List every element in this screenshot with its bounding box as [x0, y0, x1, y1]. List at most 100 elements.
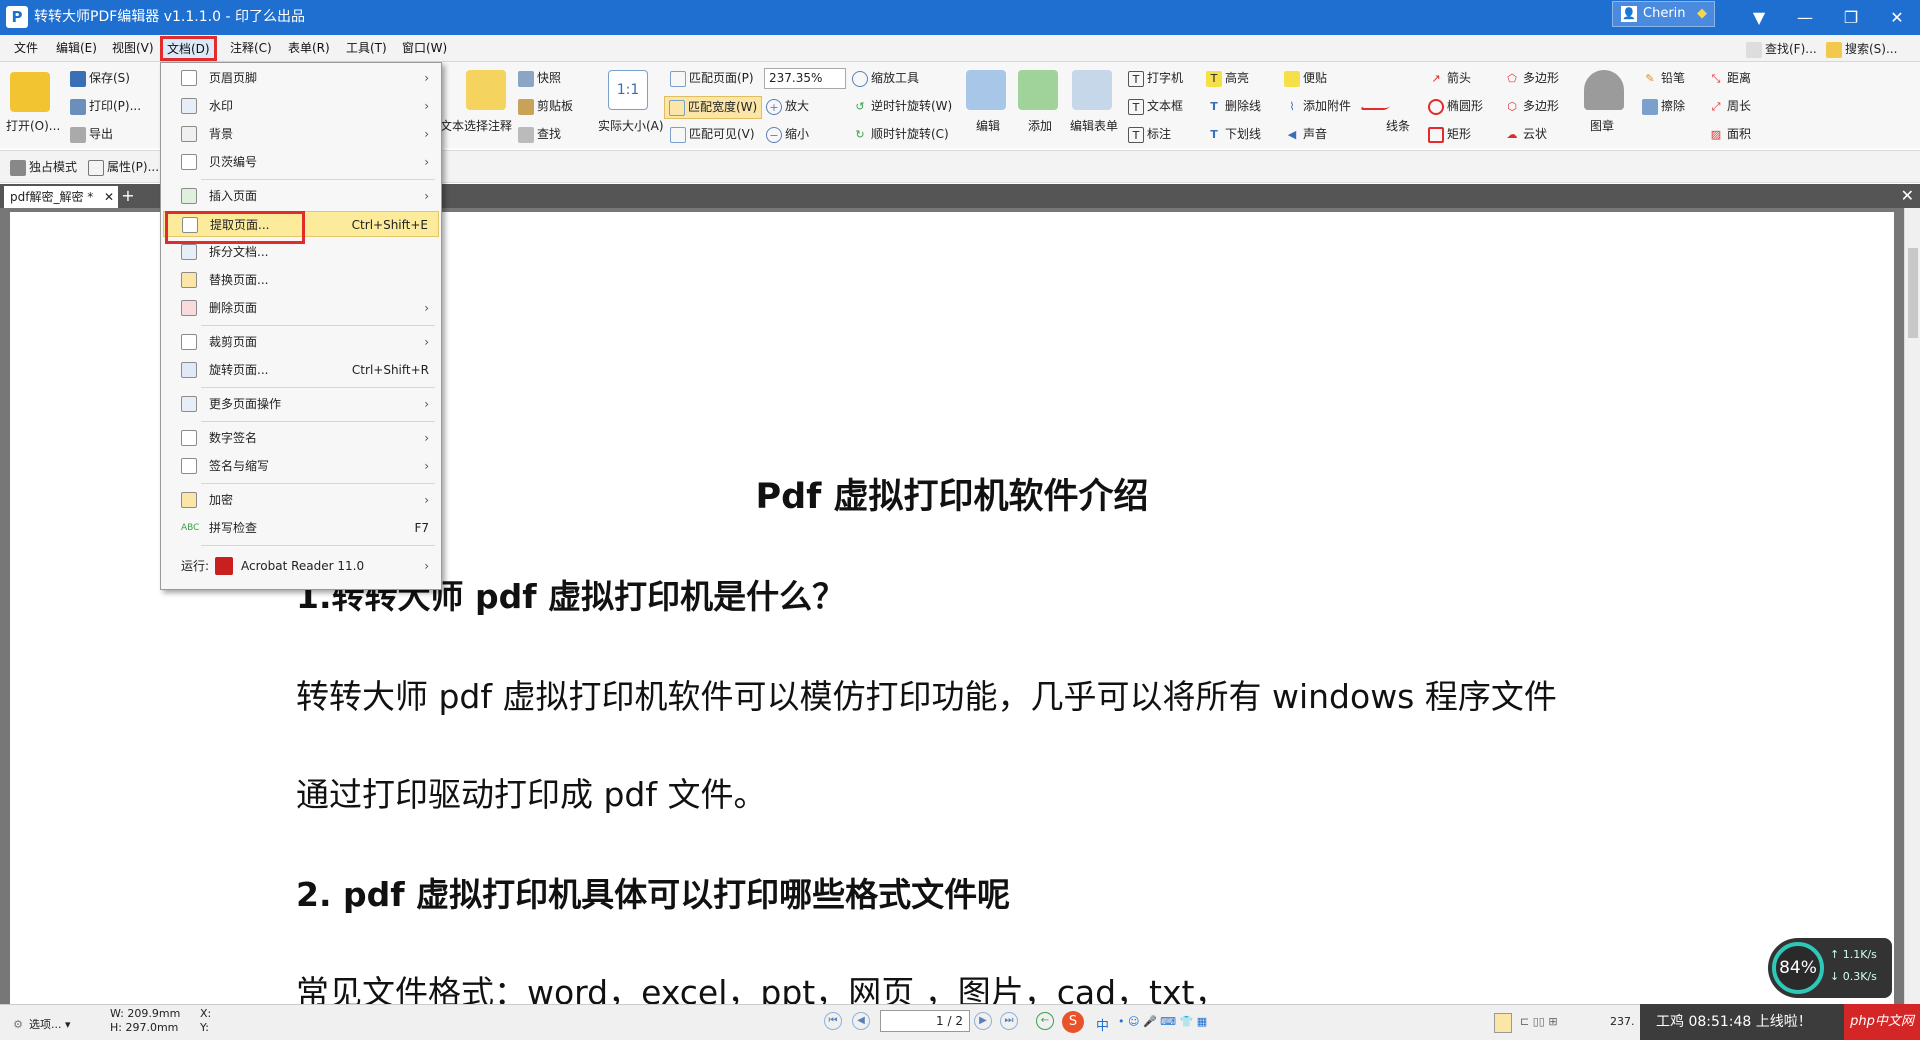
typewriter-button[interactable]: T 打字机	[1128, 70, 1183, 87]
cloud-button[interactable]: ☁ 云状	[1504, 126, 1548, 143]
polyline-button[interactable]: ⬠ 多边形	[1504, 70, 1559, 87]
stamp-label[interactable]: 图章	[1590, 118, 1614, 134]
ime-language[interactable]: 中	[1096, 1015, 1109, 1034]
menu-window[interactable]: 窗口(W)	[402, 35, 447, 62]
callout-button[interactable]: T 标注	[1128, 126, 1171, 143]
menu-item-crop-page[interactable]: 裁剪页面 ›	[163, 329, 439, 355]
add-content-icon[interactable]	[1018, 70, 1058, 110]
line-tool-icon[interactable]	[1359, 70, 1421, 110]
stamp-icon[interactable]	[1584, 70, 1624, 110]
menu-item-header-footer[interactable]: 页眉页脚 ›	[163, 65, 439, 91]
add-label[interactable]: 添加	[1028, 118, 1052, 134]
search-button[interactable]: 搜索(S)...	[1826, 39, 1897, 59]
new-tab-button[interactable]: +	[120, 187, 136, 205]
menu-item-background[interactable]: 背景 ›	[163, 121, 439, 147]
find-tool-button[interactable]: 查找	[518, 126, 561, 143]
page-layout-icons[interactable]: ⊏ ▯▯ ⊞	[1520, 1015, 1558, 1028]
first-page-icon[interactable]: ⏮	[824, 1012, 842, 1030]
save-button[interactable]: 保存(S)	[70, 70, 130, 87]
perimeter-button[interactable]: ⤢ 周长	[1708, 98, 1751, 115]
menu-item-encrypt[interactable]: 加密 ›	[163, 487, 439, 513]
edit-form-icon[interactable]	[1072, 70, 1112, 110]
ribbon-toggle-button[interactable]: ▼	[1736, 0, 1782, 35]
zoom-out-button[interactable]: − 缩小	[766, 126, 809, 143]
close-button[interactable]: ✕	[1874, 0, 1920, 35]
open-label[interactable]: 打开(O)...	[6, 118, 60, 134]
single-page-view-icon[interactable]	[1494, 1013, 1512, 1033]
arrow-button[interactable]: ↗ 箭头	[1428, 70, 1471, 87]
export-button[interactable]: 导出	[70, 126, 113, 143]
rotate-cw-button[interactable]: ↻ 顺时针旋转(C)	[852, 126, 948, 143]
zoom-in-button[interactable]: + 放大	[766, 98, 809, 115]
folder-open-icon[interactable]	[10, 72, 50, 112]
back-icon[interactable]: ←	[1036, 1012, 1054, 1030]
menu-edit[interactable]: 编辑(E)	[56, 35, 97, 62]
options-button[interactable]: ⚙ 选项... ▾	[10, 1016, 70, 1033]
snapshot-button[interactable]: 快照	[518, 70, 561, 87]
close-all-icon[interactable]: ✕	[1901, 186, 1914, 206]
find-button[interactable]: 查找(F)...	[1746, 39, 1817, 59]
edit-label[interactable]: 编辑	[976, 118, 1000, 134]
last-page-icon[interactable]: ⏭	[1000, 1012, 1018, 1030]
user-account-button[interactable]: 👤 Cherin ◆	[1612, 1, 1715, 27]
menu-item-more-page-ops[interactable]: 更多页面操作 ›	[163, 391, 439, 417]
menu-item-rotate-page[interactable]: 旋转页面... Ctrl+Shift+R	[163, 357, 439, 383]
exclusive-mode-button[interactable]: 独占模式	[10, 159, 77, 176]
rect-button[interactable]: 矩形	[1428, 126, 1471, 143]
textbox-button[interactable]: T 文本框	[1128, 98, 1183, 115]
menu-item-insert-page[interactable]: 插入页面 ›	[163, 183, 439, 209]
line-label[interactable]: 线条	[1386, 118, 1410, 134]
menu-item-bates[interactable]: 贝茨编号 ›	[163, 149, 439, 175]
fit-width-button[interactable]: 匹配宽度(W)	[664, 96, 763, 119]
menu-form[interactable]: 表单(R)	[288, 35, 330, 62]
highlight-button[interactable]: T 高亮	[1206, 70, 1249, 87]
ellipse-button[interactable]: 椭圆形	[1428, 98, 1483, 115]
polygon-button[interactable]: ⬡ 多边形	[1504, 98, 1559, 115]
menu-file[interactable]: 文件	[14, 35, 38, 62]
rotate-ccw-button[interactable]: ↺ 逆时针旋转(W)	[852, 98, 952, 115]
menu-document[interactable]: 文档(D)	[160, 36, 217, 61]
menu-comment[interactable]: 注释(C)	[230, 35, 272, 62]
print-button[interactable]: 打印(P)...	[70, 98, 141, 115]
pencil-button[interactable]: ✎ 铅笔	[1642, 70, 1685, 87]
fit-page-button[interactable]: 匹配页面(P)	[670, 70, 754, 87]
restore-button[interactable]: ❐	[1828, 0, 1874, 35]
edit-form-label[interactable]: 编辑表单	[1070, 118, 1118, 134]
scroll-thumb[interactable]	[1908, 248, 1918, 338]
note-button[interactable]: 便贴	[1284, 70, 1327, 87]
menu-tools[interactable]: 工具(T)	[346, 35, 387, 62]
select-comment-label[interactable]: 选择注释	[464, 118, 512, 134]
prev-page-icon[interactable]: ◀	[852, 1012, 870, 1030]
close-tab-icon[interactable]: ✕	[104, 186, 114, 208]
zoom-combo[interactable]: 237.35%	[764, 68, 846, 89]
minimize-button[interactable]: —	[1782, 0, 1828, 35]
next-page-icon[interactable]: ▶	[974, 1012, 992, 1030]
sound-button[interactable]: ◀ 声音	[1284, 126, 1327, 143]
select-comment-icon[interactable]	[466, 70, 506, 110]
menu-item-delete-page[interactable]: 删除页面 ›	[163, 295, 439, 321]
vertical-scrollbar[interactable]	[1904, 208, 1920, 1004]
document-tab[interactable]: pdf解密_解密 * ✕	[4, 186, 118, 208]
page-number-input[interactable]: 1 / 2	[880, 1010, 970, 1032]
area-button[interactable]: ▨ 面积	[1708, 126, 1751, 143]
clipboard-button[interactable]: 剪贴板	[518, 98, 573, 115]
distance-button[interactable]: ⤡ 距离	[1708, 70, 1751, 87]
status-zoom[interactable]: 237.	[1610, 1015, 1635, 1028]
menu-item-sign-initials[interactable]: 签名与缩写 ›	[163, 453, 439, 479]
menu-item-digital-signature[interactable]: 数字签名 ›	[163, 425, 439, 451]
sogou-ime-icon[interactable]: S	[1062, 1011, 1084, 1033]
text-tool-label[interactable]: 文本	[440, 118, 464, 134]
fit-visible-button[interactable]: 匹配可见(V)	[670, 126, 755, 143]
attach-button[interactable]: ⌇ 添加附件	[1284, 98, 1351, 115]
eraser-button[interactable]: 擦除	[1642, 98, 1685, 115]
actual-size-icon[interactable]: 1:1	[608, 70, 648, 110]
menu-item-replace-page[interactable]: 替换页面...	[163, 267, 439, 293]
menu-item-run-acrobat[interactable]: 运行: Acrobat Reader 11.0 ›	[163, 553, 439, 579]
actual-size-label[interactable]: 实际大小(A)	[598, 118, 664, 134]
zoom-tool-button[interactable]: 缩放工具	[852, 70, 919, 87]
menu-item-watermark[interactable]: 水印 ›	[163, 93, 439, 119]
strikeout-button[interactable]: T 删除线	[1206, 98, 1261, 115]
properties-button[interactable]: 属性(P)...	[88, 159, 159, 176]
menu-view[interactable]: 视图(V)	[112, 35, 154, 62]
underline-button[interactable]: T 下划线	[1206, 126, 1261, 143]
